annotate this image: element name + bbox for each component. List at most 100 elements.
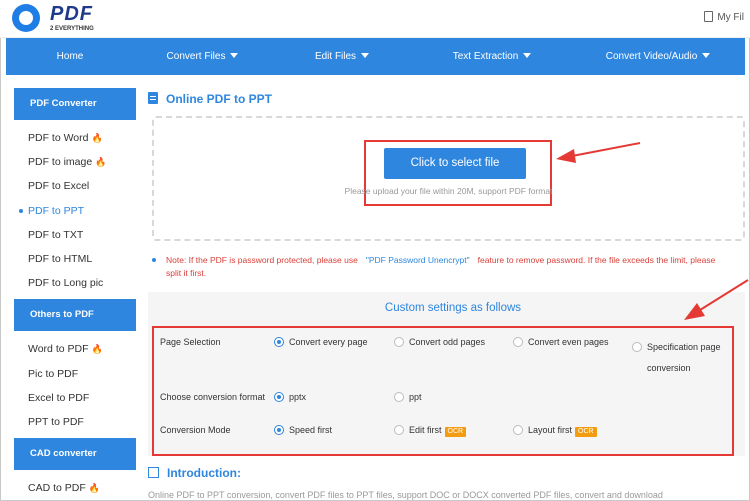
option-pptx[interactable]: pptx xyxy=(274,392,306,402)
sidebar-item-label: PDF to Excel xyxy=(28,180,90,193)
sidebar-item-ppt-to-pdf[interactable]: PPT to PDF xyxy=(14,410,136,434)
password-unencrypt-link[interactable]: "PDF Password Unencrypt" xyxy=(366,255,470,265)
file-icon xyxy=(704,11,714,22)
introduction-text: Online PDF to PPT conversion, convert PD… xyxy=(148,490,663,500)
upload-dropzone[interactable]: Click to select file Please upload your … xyxy=(152,116,745,241)
sidebar-list-pdf-converter: PDF to Word 🔥 PDF to image 🔥 PDF to Excel … xyxy=(14,120,136,299)
option-specification-page[interactable]: Specification page conversion xyxy=(632,337,721,379)
sidebar: PDF Converter PDF to Word 🔥 PDF to image 🔥… xyxy=(14,88,136,501)
sidebar-item-label: Excel to PDF xyxy=(28,391,90,404)
option-label: Speed first xyxy=(289,425,333,435)
sidebar-item-label: CAD to PDF xyxy=(28,482,86,495)
nav-text-extraction-label: Text Extraction xyxy=(452,51,519,62)
sidebar-item-pic-to-pdf[interactable]: Pic to PDF xyxy=(14,362,136,386)
custom-settings-panel: Custom settings as follows Page Selectio… xyxy=(148,292,745,456)
fire-icon: 🔥 xyxy=(91,133,103,143)
ocr-badge: OCR xyxy=(444,427,467,437)
nav-convert-video-audio-label: Convert Video/Audio xyxy=(605,51,698,62)
sidebar-item-label: Word to PDF xyxy=(28,343,89,356)
password-note: Note: If the PDF is password protected, … xyxy=(152,254,750,279)
sidebar-item-pdf-to-long-pic[interactable]: PDF to Long pic xyxy=(14,271,136,295)
sidebar-item-excel-to-pdf[interactable]: Excel to PDF xyxy=(14,386,136,410)
sidebar-item-word-to-pdf[interactable]: Word to PDF 🔥 xyxy=(14,337,136,361)
fire-icon: 🔥 xyxy=(95,157,107,168)
sidebar-item-label: PDF to HTML xyxy=(28,252,93,265)
radio-checked-icon xyxy=(274,337,284,347)
ocr-badge: OCR xyxy=(575,427,597,437)
page-title-text: Online PDF to PPT xyxy=(166,92,273,106)
option-layout-first[interactable]: Layout first OCR xyxy=(513,425,597,437)
option-convert-odd-pages[interactable]: Convert odd pages xyxy=(394,337,485,347)
fire-icon: 🔥 xyxy=(91,344,103,355)
sidebar-item-cad-to-pdf[interactable]: CAD to PDF 🔥 xyxy=(14,476,136,500)
option-label: ppt xyxy=(409,392,422,402)
my-files-link[interactable]: My Fil xyxy=(704,11,744,23)
radio-unchecked-icon xyxy=(394,337,404,347)
upload-hint: Please upload your file within 20M, supp… xyxy=(344,186,553,196)
sidebar-item-label: PDF to PPT xyxy=(28,204,85,217)
page-selection-label: Page Selection xyxy=(160,337,221,347)
option-label: Edit first xyxy=(409,425,442,435)
sidebar-item-label: PDF to Word xyxy=(28,132,89,144)
option-label: Specification page xyxy=(647,342,721,352)
bullet-icon xyxy=(152,258,156,262)
sidebar-item-label: PDF to Long pic xyxy=(28,277,104,290)
page-title: Online PDF to PPT xyxy=(148,92,272,106)
settings-title: Custom settings as follows xyxy=(384,302,522,314)
logo-text: PDF xyxy=(50,3,93,25)
introduction-title: Introduction: xyxy=(167,466,241,480)
option-convert-even-pages[interactable]: Convert even pages xyxy=(513,337,609,347)
nav-convert-video-audio[interactable]: Convert Video/Audio xyxy=(571,38,745,75)
top-bar: PDF 2 EVERYTHING My Fil xyxy=(0,0,750,38)
radio-unchecked-icon xyxy=(632,342,642,352)
select-file-button[interactable]: Click to select file xyxy=(384,148,526,179)
option-edit-first[interactable]: Edit first OCR xyxy=(394,425,467,437)
option-ppt[interactable]: ppt xyxy=(394,392,422,402)
nav-text-extraction[interactable]: Text Extraction xyxy=(413,38,571,75)
nav-convert-files-label: Convert Files xyxy=(166,51,226,62)
option-label: pptx xyxy=(289,392,307,402)
sidebar-item-pdf-to-txt[interactable]: PDF to TXT xyxy=(14,223,136,247)
sidebar-list-others-to-pdf: Word to PDF 🔥 Pic to PDF Excel to PDF PPT… xyxy=(14,331,136,438)
nav-home[interactable]: Home xyxy=(6,38,134,75)
sidebar-item-pdf-to-html[interactable]: PDF to HTML xyxy=(14,247,136,271)
chevron-down-icon xyxy=(230,53,239,58)
radio-unchecked-icon xyxy=(394,425,404,435)
note-prefix: Note: If the PDF is password protected, … xyxy=(166,255,358,265)
sidebar-item-pdf-to-excel[interactable]: PDF to Excel xyxy=(14,174,136,198)
sidebar-item-label: PPT to PDF xyxy=(28,415,84,428)
mode-label: Conversion Mode xyxy=(160,425,231,435)
nav-convert-files[interactable]: Convert Files xyxy=(134,38,271,75)
logo-mark-icon xyxy=(12,4,40,32)
radio-unchecked-icon xyxy=(513,337,523,347)
chevron-down-icon xyxy=(361,53,370,58)
option-speed-first[interactable]: Speed first xyxy=(274,425,332,435)
logo-tagline: 2 EVERYTHING xyxy=(50,26,94,32)
main-nav: Home Convert Files Edit Files Text Extra… xyxy=(6,38,745,75)
sidebar-item-pdf-to-ppt[interactable]: PDF to PPT xyxy=(14,199,136,223)
sidebar-item-label: PDF to TXT xyxy=(28,228,84,241)
chevron-down-icon xyxy=(702,53,711,58)
radio-unchecked-icon xyxy=(513,425,523,435)
sidebar-item-pdf-to-word[interactable]: PDF to Word 🔥 xyxy=(14,126,136,150)
option-label: Layout first xyxy=(528,425,573,435)
sidebar-section-pdf-converter: PDF Converter xyxy=(14,88,136,120)
note-suffix: feature to remove password. If the file … xyxy=(477,255,716,265)
sidebar-item-pdf-to-image[interactable]: PDF to image 🔥 xyxy=(14,150,136,174)
nav-edit-files[interactable]: Edit Files xyxy=(271,38,413,75)
sidebar-list-cad-converter: CAD to PDF 🔥 xyxy=(14,470,136,501)
option-convert-every-page[interactable]: Convert every page xyxy=(274,337,368,347)
option-label: Convert odd pages xyxy=(409,337,486,347)
format-label: Choose conversion format xyxy=(160,392,266,402)
sidebar-item-label: PDF to image xyxy=(28,156,93,169)
info-list-icon xyxy=(148,467,159,478)
radio-checked-icon xyxy=(274,392,284,402)
option-label-line2: conversion xyxy=(647,363,691,373)
site-logo[interactable]: PDF 2 EVERYTHING xyxy=(12,2,132,36)
introduction-heading: Introduction: xyxy=(148,466,241,480)
my-files-label: My Fil xyxy=(717,12,744,23)
document-icon xyxy=(148,92,158,104)
nav-edit-files-label: Edit Files xyxy=(314,51,357,62)
note-line2: split it first. xyxy=(166,267,207,278)
chevron-down-icon xyxy=(523,53,532,58)
